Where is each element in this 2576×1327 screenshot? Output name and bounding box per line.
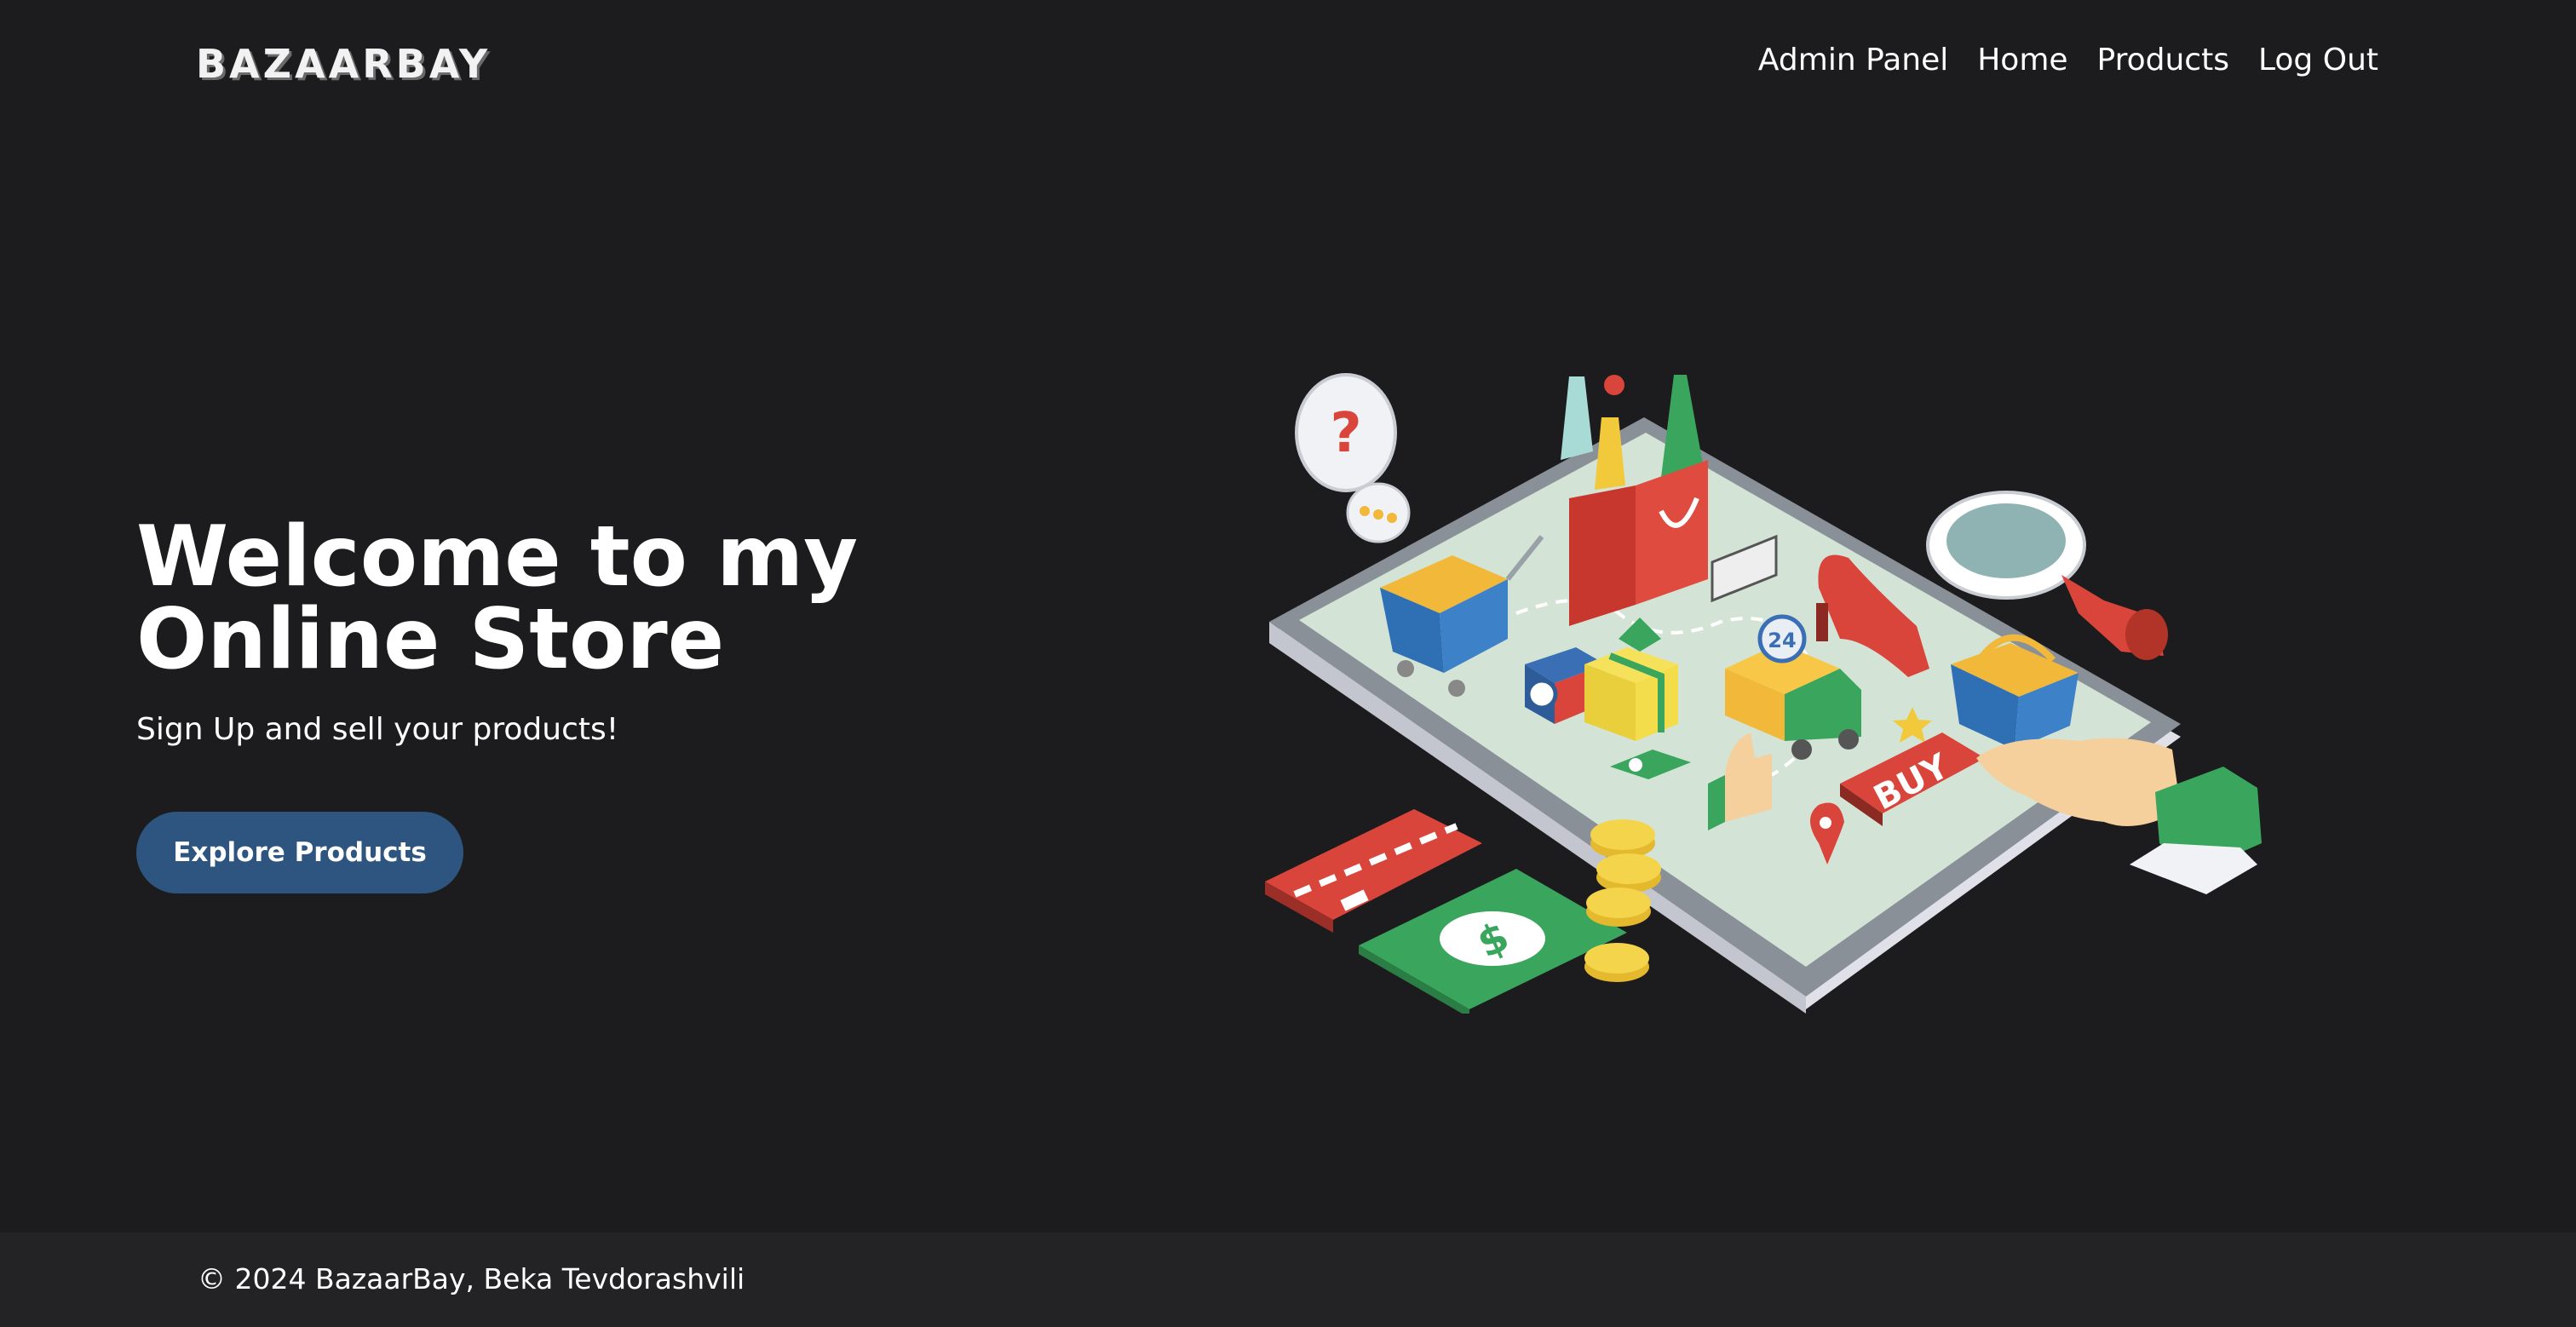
footer-copyright: © 2024 BazaarBay, Beka Tevdorashvili bbox=[198, 1262, 745, 1295]
badge-24-text: 24 bbox=[1768, 629, 1796, 652]
site-logo[interactable]: BAZAARBAY bbox=[196, 41, 491, 87]
hero-title-line-2: Online Store bbox=[136, 591, 725, 688]
page: BAZAARBAY Admin Panel Home Products Log … bbox=[0, 0, 2576, 1327]
hero-subtitle: Sign Up and sell your products! bbox=[136, 712, 619, 747]
main-nav: Admin Panel Home Products Log Out bbox=[1758, 43, 2378, 78]
nav-link-products[interactable]: Products bbox=[2097, 43, 2229, 78]
nav-link-admin-panel[interactable]: Admin Panel bbox=[1758, 43, 1948, 78]
hero-title: Welcome to my Online Store bbox=[136, 508, 903, 688]
question-mark-text: ? bbox=[1330, 402, 1361, 465]
hero-title-line-1: Welcome to my bbox=[136, 508, 859, 606]
nav-link-log-out[interactable]: Log Out bbox=[2258, 43, 2378, 78]
site-footer: © 2024 BazaarBay, Beka Tevdorashvili bbox=[0, 1232, 2576, 1327]
banknote-icon: $ bbox=[1359, 869, 1627, 1014]
hero-illustration: ? 24 BUY $ bbox=[1265, 373, 2262, 1014]
site-header: BAZAARBAY Admin Panel Home Products Log … bbox=[0, 0, 2576, 136]
chat-bubble-icon bbox=[1346, 482, 1411, 543]
coins-icon bbox=[1584, 819, 1661, 982]
question-bubble-icon: ? bbox=[1295, 373, 1397, 492]
explore-products-button[interactable]: Explore Products bbox=[136, 812, 463, 893]
nav-link-home[interactable]: Home bbox=[1977, 43, 2067, 78]
